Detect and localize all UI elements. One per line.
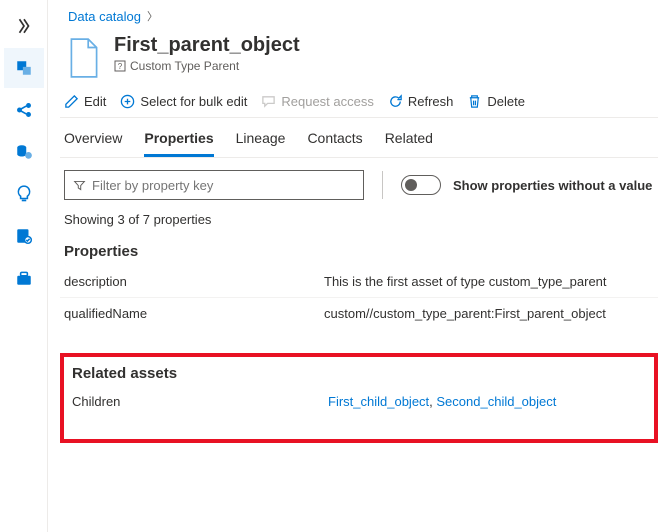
filter-row: Show properties without a value (60, 158, 658, 208)
tabs: Overview Properties Lineage Contacts Rel… (60, 118, 658, 158)
sidebar-item-share[interactable] (4, 90, 44, 130)
trash-icon (467, 94, 482, 109)
toggle-wrap: Show properties without a value (401, 175, 652, 195)
filter-input-wrapper[interactable] (64, 170, 364, 200)
properties-heading: Properties (60, 237, 658, 266)
asset-subtitle: ? Custom Type Parent (114, 59, 300, 73)
related-link-2[interactable]: Second_child_object (436, 394, 556, 409)
refresh-button[interactable]: Refresh (388, 94, 454, 109)
asset-header: First_parent_object ? Custom Type Parent (60, 30, 658, 88)
select-bulk-button[interactable]: Select for bulk edit (120, 94, 247, 109)
toggle-label: Show properties without a value (453, 178, 652, 193)
refresh-icon (388, 94, 403, 109)
lightbulb-icon (15, 185, 33, 203)
property-value: custom//custom_type_parent:First_parent_… (324, 306, 654, 321)
comment-icon (261, 94, 276, 109)
filter-input[interactable] (92, 178, 355, 193)
showing-count: Showing 3 of 7 properties (60, 208, 658, 237)
edit-button[interactable]: Edit (64, 94, 106, 109)
sidebar-item-management[interactable] (4, 258, 44, 298)
properties-list: description This is the first asset of t… (60, 266, 658, 329)
asset-title: First_parent_object (114, 34, 300, 57)
property-key: qualifiedName (64, 306, 324, 321)
main-content: Data catalog 〉 First_parent_object ? Cus… (48, 0, 670, 532)
sidebar-item-catalog[interactable] (4, 48, 44, 88)
property-key: description (64, 274, 324, 289)
related-link-1[interactable]: First_child_object (328, 394, 429, 409)
pencil-icon (64, 94, 79, 109)
divider (382, 171, 383, 199)
toolbar: Edit Select for bulk edit Request access… (60, 88, 658, 118)
tab-lineage[interactable]: Lineage (236, 130, 286, 157)
collapse-button[interactable] (4, 6, 44, 46)
delete-button[interactable]: Delete (467, 94, 525, 109)
sidebar-item-data[interactable] (4, 132, 44, 172)
share-icon (15, 101, 33, 119)
request-access-button: Request access (261, 94, 374, 109)
toolbox-icon (15, 269, 33, 287)
breadcrumb-root[interactable]: Data catalog (68, 9, 141, 24)
tab-overview[interactable]: Overview (64, 130, 122, 157)
sidebar-item-insights[interactable] (4, 174, 44, 214)
property-row: description This is the first asset of t… (60, 266, 658, 298)
tab-properties[interactable]: Properties (144, 130, 213, 157)
tab-related[interactable]: Related (385, 130, 433, 157)
tab-contacts[interactable]: Contacts (307, 130, 362, 157)
property-value: This is the first asset of type custom_t… (324, 274, 654, 289)
property-row: qualifiedName custom//custom_type_parent… (60, 298, 658, 329)
chevron-right-icon (15, 17, 33, 35)
policy-icon (15, 227, 33, 245)
related-heading: Related assets (72, 365, 646, 386)
svg-text:?: ? (118, 62, 123, 71)
catalog-icon (15, 59, 33, 77)
filter-icon (73, 179, 86, 192)
file-icon (64, 34, 104, 82)
left-rail (0, 0, 48, 532)
chevron-right-icon: 〉 (147, 8, 158, 24)
show-empty-toggle[interactable] (401, 175, 441, 195)
database-icon (15, 143, 33, 161)
type-icon: ? (114, 60, 126, 72)
plus-circle-icon (120, 94, 135, 109)
sidebar-item-policy[interactable] (4, 216, 44, 256)
related-assets-highlight: Related assets Children First_child_obje… (60, 353, 658, 443)
related-value: First_child_object, Second_child_object (328, 394, 556, 409)
breadcrumb: Data catalog 〉 (60, 0, 658, 30)
related-row: Children First_child_object, Second_chil… (72, 386, 646, 409)
related-key: Children (72, 394, 328, 409)
asset-type-label: Custom Type Parent (130, 59, 239, 73)
